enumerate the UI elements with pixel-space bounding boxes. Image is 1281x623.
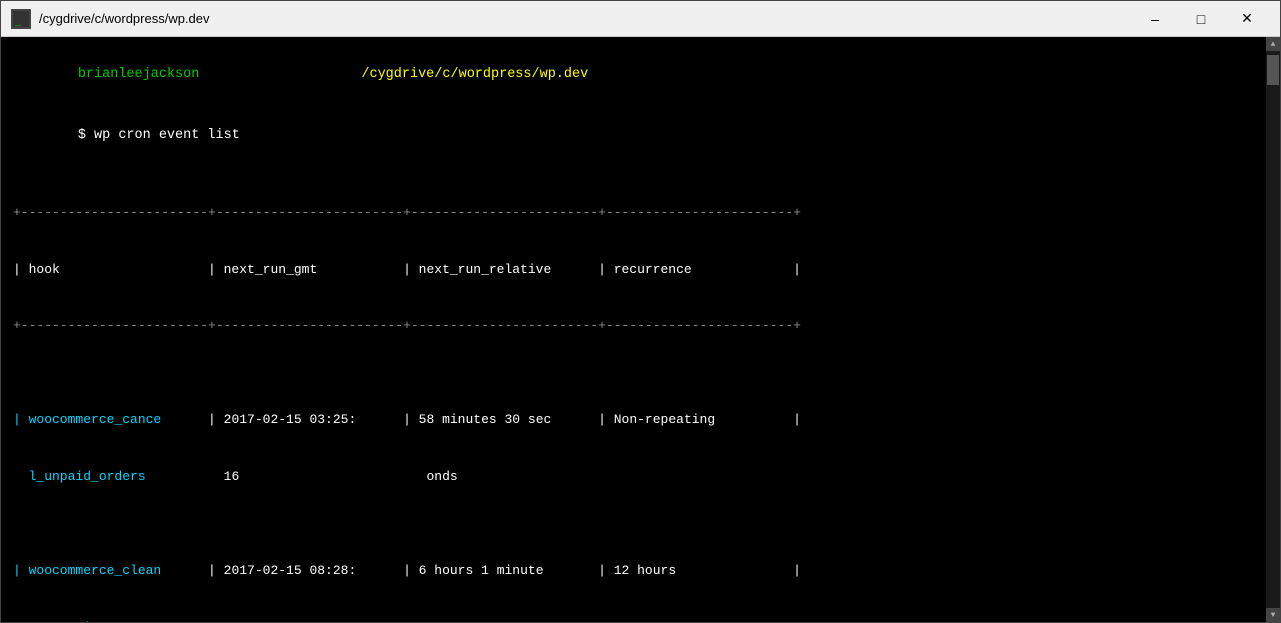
terminal-body: brianleejackson /cygdrive/c/wordpress/wp… <box>1 37 1280 622</box>
scrollbar[interactable]: ▲ ▼ <box>1266 37 1280 622</box>
command-line: $ wp cron event list <box>13 106 1254 167</box>
scroll-track[interactable] <box>1266 51 1280 608</box>
table-row: | woocommerce_clean | 2017-02-15 08:28: … <box>13 562 1254 581</box>
cron-table: +------------------------+--------------… <box>13 167 1254 623</box>
table-header: | hook | next_run_gmt | next_run_relativ… <box>13 261 1254 280</box>
command-text: $ wp cron event list <box>78 128 240 143</box>
svg-text:_: _ <box>15 15 22 26</box>
prompt-user-path: brianleejackson /cygdrive/c/wordpress/wp… <box>13 45 1254 106</box>
window-title: /cygdrive/c/wordpress/wp.dev <box>39 11 1132 26</box>
minimize-button[interactable]: – <box>1132 1 1178 37</box>
terminal-window: _ /cygdrive/c/wordpress/wp.dev – □ ✕ bri… <box>0 0 1281 623</box>
table-row: up_sessions 03 <box>13 619 1254 622</box>
current-path: /cygdrive/c/wordpress/wp.dev <box>361 67 588 82</box>
title-bar: _ /cygdrive/c/wordpress/wp.dev – □ ✕ <box>1 1 1280 37</box>
username: brianleejackson <box>78 67 200 82</box>
table-row: | woocommerce_cance | 2017-02-15 03:25: … <box>13 411 1254 430</box>
close-button[interactable]: ✕ <box>1224 1 1270 37</box>
scroll-down-arrow[interactable]: ▼ <box>1266 608 1280 622</box>
table-row: l_unpaid_orders 16 onds <box>13 468 1254 487</box>
maximize-button[interactable]: □ <box>1178 1 1224 37</box>
separator-header: +------------------------+--------------… <box>13 317 1254 336</box>
app-icon: _ <box>11 9 31 29</box>
window-controls: – □ ✕ <box>1132 1 1270 37</box>
terminal-content: brianleejackson /cygdrive/c/wordpress/wp… <box>13 45 1268 622</box>
scroll-up-arrow[interactable]: ▲ <box>1266 37 1280 51</box>
separator-top: +------------------------+--------------… <box>13 204 1254 223</box>
scroll-thumb[interactable] <box>1267 55 1279 85</box>
